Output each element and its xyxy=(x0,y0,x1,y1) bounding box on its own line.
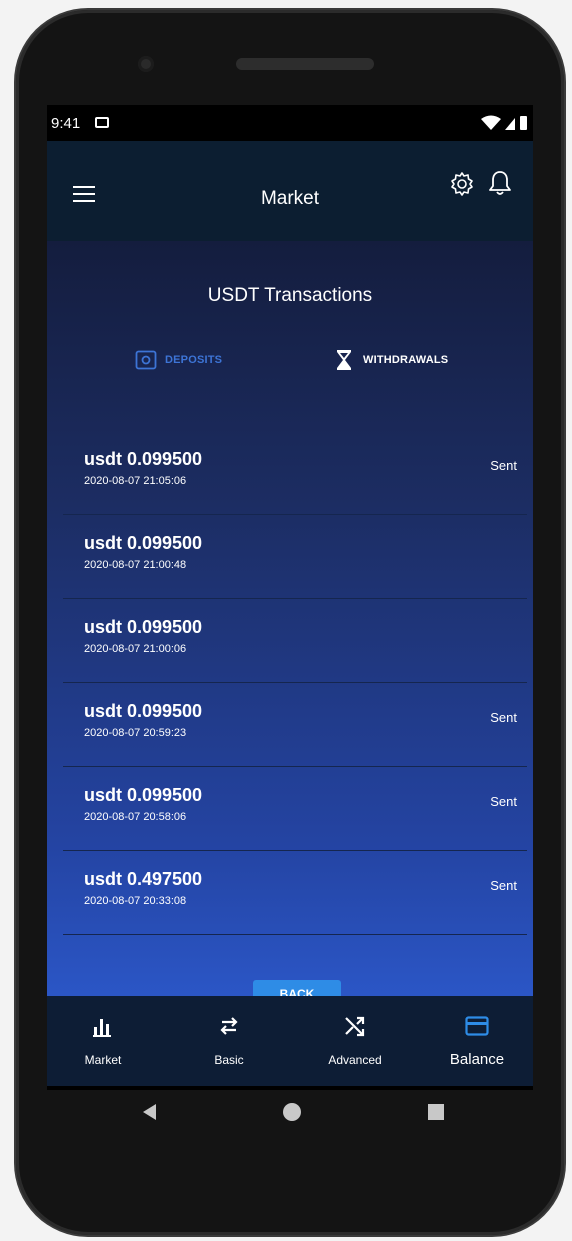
transaction-list: usdt 0.099500 2020-08-07 21:05:06 Sent u… xyxy=(63,431,527,935)
page-title: USDT Transactions xyxy=(207,285,373,306)
recents-square-icon[interactable] xyxy=(428,1104,444,1120)
front-camera-icon xyxy=(138,56,154,72)
status-time: 9:41 xyxy=(51,115,81,132)
shuffle-icon xyxy=(345,1016,365,1037)
transaction-date: 2020-08-07 20:33:08 xyxy=(84,895,187,907)
phone-screen: 9:41 Market USDT Transactions DEPOSITS W… xyxy=(47,105,533,1090)
list-item[interactable]: usdt 0.099500 2020-08-07 20:58:06 Sent xyxy=(63,767,527,851)
image-icon xyxy=(95,117,109,128)
nav-label-basic: Basic xyxy=(214,1053,244,1067)
credit-card-icon xyxy=(465,1016,489,1036)
bottom-navigation: Market Basic Advanced Balance xyxy=(47,996,533,1086)
status-bar: 9:41 xyxy=(47,105,533,141)
transaction-date: 2020-08-07 21:00:06 xyxy=(84,643,187,655)
app-bar: Market xyxy=(47,141,533,241)
list-item[interactable]: usdt 0.497500 2020-08-07 20:33:08 Sent xyxy=(63,851,527,935)
list-item[interactable]: usdt 0.099500 2020-08-07 21:00:48 xyxy=(63,515,527,599)
swap-arrows-icon xyxy=(220,1017,238,1035)
tab-deposits-label: DEPOSITS xyxy=(165,354,223,366)
transaction-status: Sent xyxy=(490,878,517,893)
transaction-date: 2020-08-07 21:00:48 xyxy=(84,559,187,571)
home-circle-icon[interactable] xyxy=(283,1103,301,1121)
list-item[interactable]: usdt 0.099500 2020-08-07 21:00:06 xyxy=(63,599,527,683)
nav-item-advanced[interactable]: Advanced xyxy=(299,996,411,1086)
list-item[interactable]: usdt 0.099500 2020-08-07 20:59:23 Sent xyxy=(63,683,527,767)
transaction-amount: usdt 0.099500 xyxy=(84,449,203,469)
transaction-date: 2020-08-07 20:59:23 xyxy=(84,727,187,739)
transaction-status: Sent xyxy=(490,794,517,809)
transaction-amount: usdt 0.099500 xyxy=(84,785,203,805)
bar-chart-icon xyxy=(93,1019,111,1037)
battery-icon xyxy=(520,116,527,130)
nav-label-balance: Balance xyxy=(449,1051,505,1068)
transaction-amount: usdt 0.099500 xyxy=(84,701,203,721)
deposit-box-icon xyxy=(135,350,157,370)
gear-icon[interactable] xyxy=(449,171,475,197)
system-status-icons xyxy=(481,115,527,130)
transaction-date: 2020-08-07 21:05:06 xyxy=(84,475,187,487)
wifi-icon xyxy=(481,115,501,130)
list-item[interactable]: usdt 0.099500 2020-08-07 21:05:06 Sent xyxy=(63,431,527,515)
nav-label-market: Market xyxy=(84,1053,122,1067)
transaction-status: Sent xyxy=(490,710,517,725)
transaction-date: 2020-08-07 20:58:06 xyxy=(84,811,187,823)
transaction-amount: usdt 0.099500 xyxy=(84,617,203,637)
nav-item-market[interactable]: Market xyxy=(47,996,159,1086)
emulator-stage: 9:41 Market USDT Transactions DEPOSITS W… xyxy=(0,0,572,1241)
transaction-amount: usdt 0.099500 xyxy=(84,533,203,553)
nav-item-balance[interactable]: Balance xyxy=(421,996,533,1086)
transaction-status: Sent xyxy=(490,458,517,473)
tab-withdrawals-label: WITHDRAWALS xyxy=(363,354,449,366)
transaction-amount: usdt 0.497500 xyxy=(84,869,203,889)
back-triangle-icon[interactable] xyxy=(143,1104,156,1120)
tab-deposits[interactable]: DEPOSITS xyxy=(135,345,222,375)
hourglass-icon xyxy=(337,350,351,370)
nav-label-advanced: Advanced xyxy=(328,1053,382,1067)
earpiece-speaker xyxy=(236,58,374,70)
system-navigation-bar xyxy=(47,1090,533,1140)
nav-item-basic[interactable]: Basic xyxy=(173,996,285,1086)
transactions-screen: USDT Transactions DEPOSITS WITHDRAWALS u… xyxy=(47,241,533,1000)
tab-withdrawals[interactable]: WITHDRAWALS xyxy=(333,345,448,375)
signal-icon xyxy=(505,118,515,130)
bell-icon[interactable] xyxy=(487,169,513,197)
